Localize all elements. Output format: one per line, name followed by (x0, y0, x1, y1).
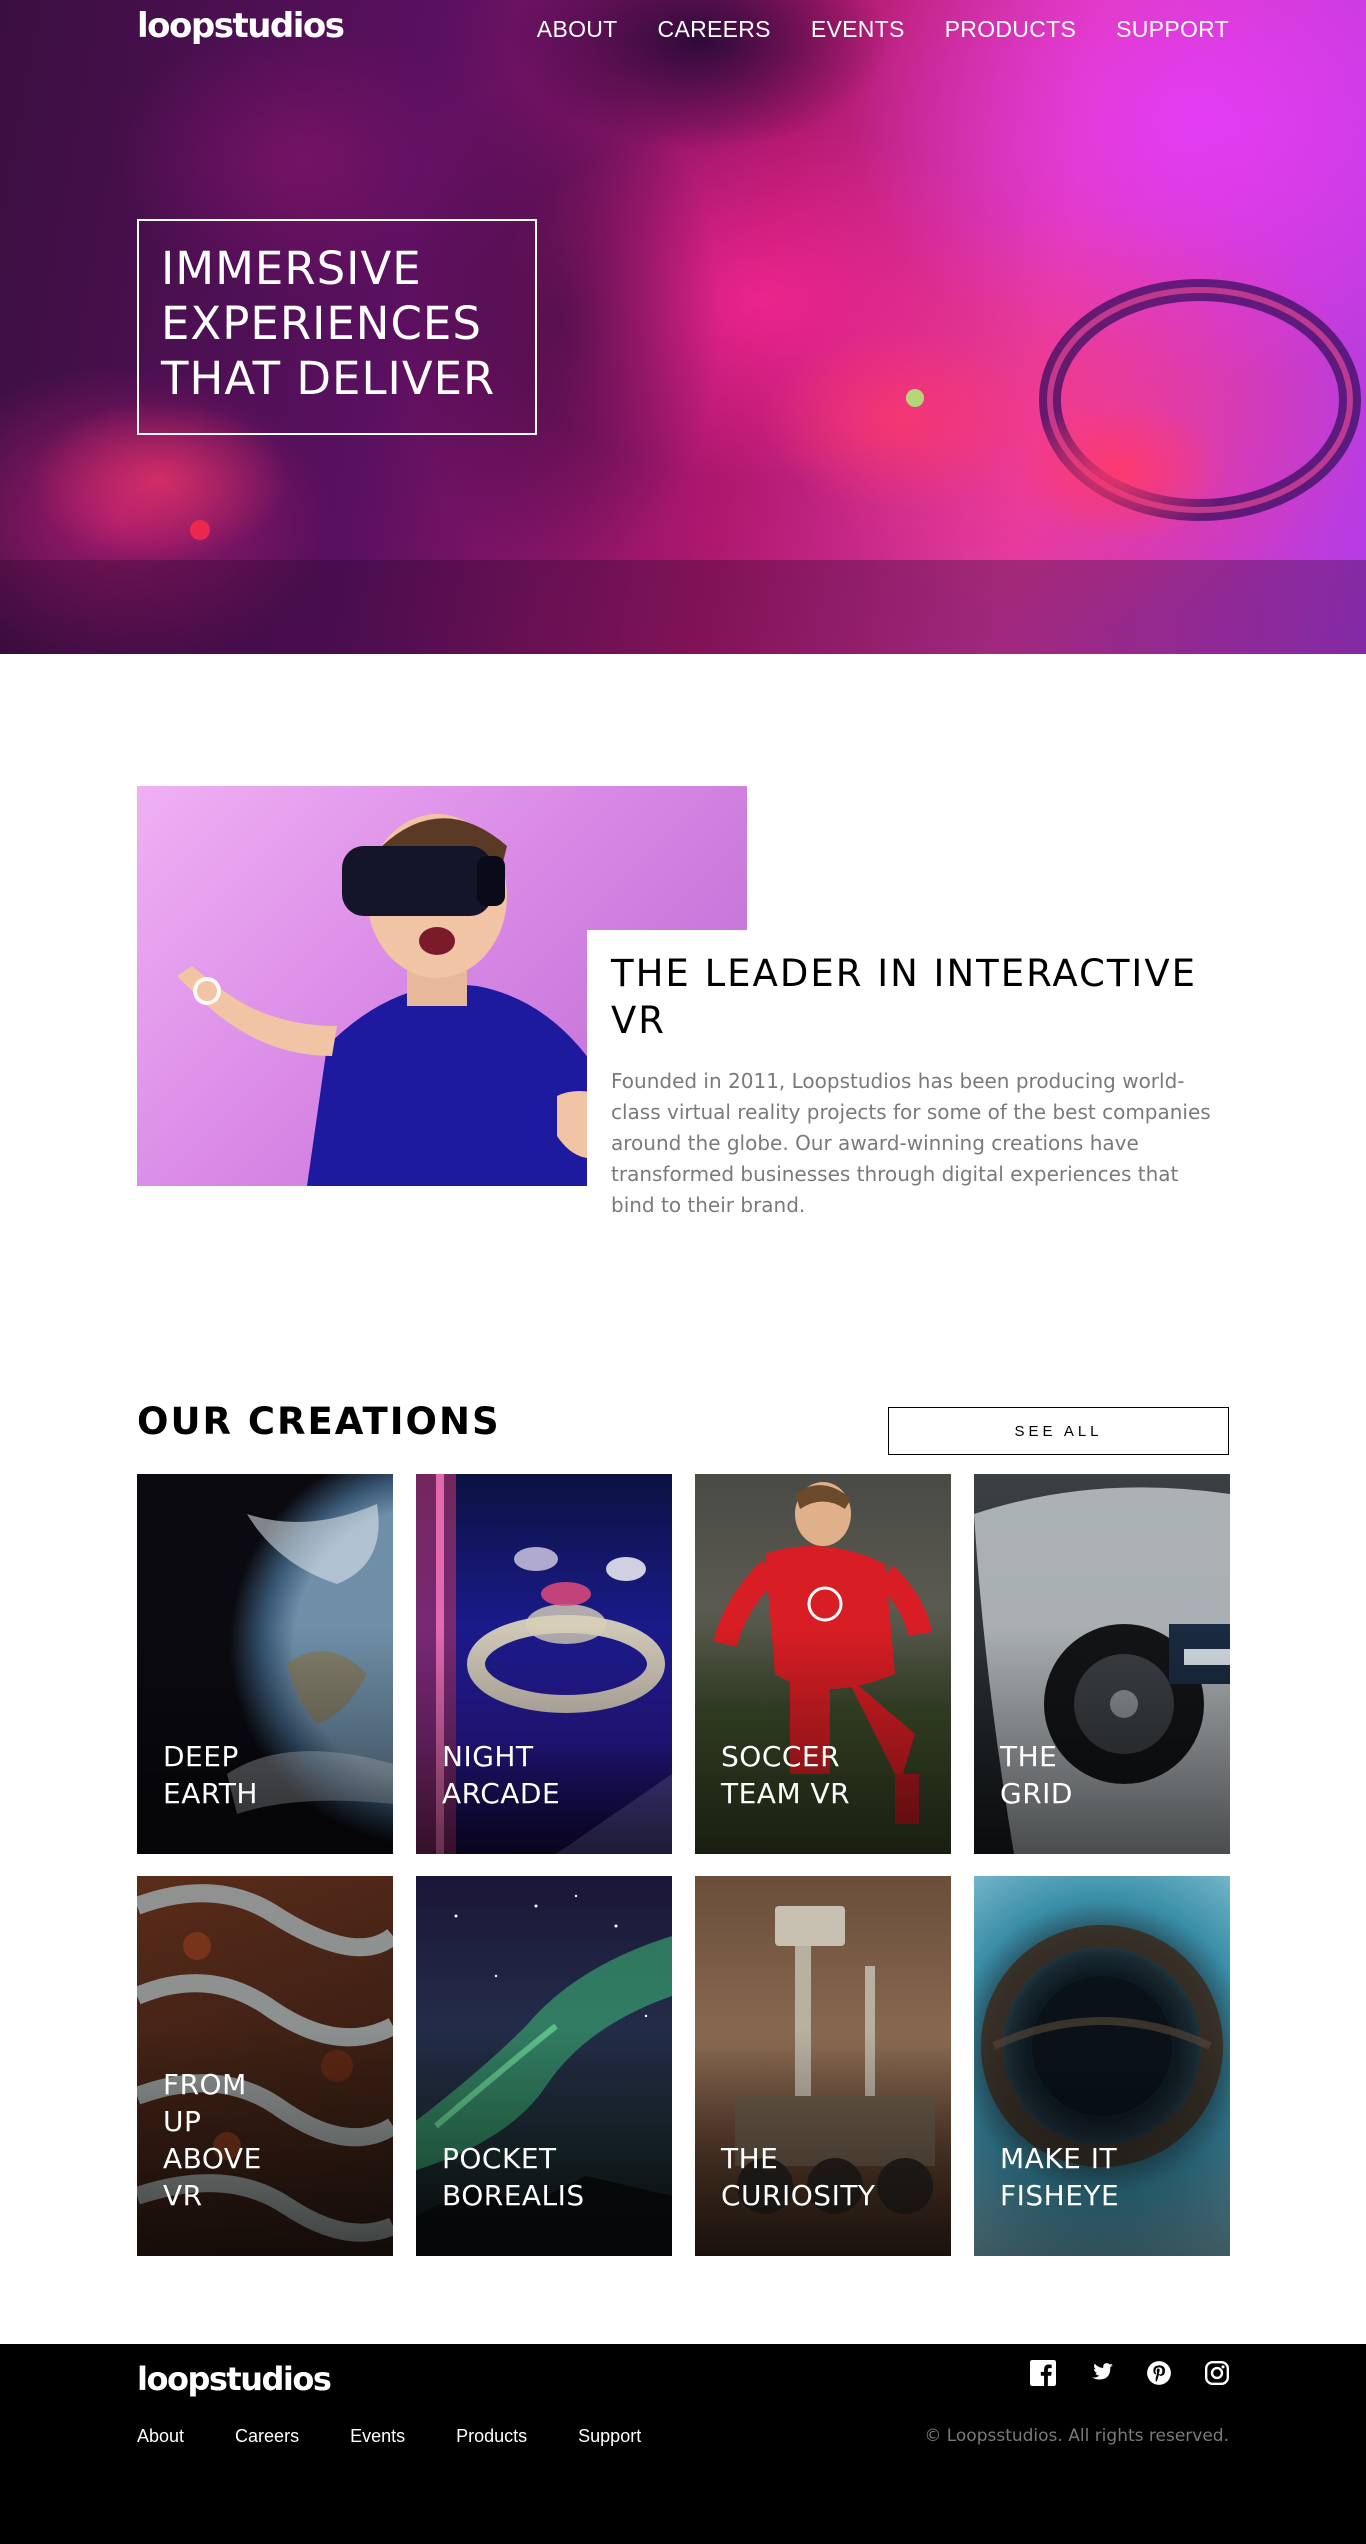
creation-card-from-up-above-vr[interactable]: FROM UP ABOVE VR (137, 1876, 393, 2256)
footer-link-events[interactable]: Events (350, 2424, 405, 2448)
nav-link-careers[interactable]: CAREERS (658, 14, 771, 44)
creation-card-deep-earth[interactable]: DEEP EARTH (137, 1474, 393, 1854)
nav-link-about[interactable]: ABOUT (537, 14, 618, 44)
copyright-text: © Loopsstudios. All rights reserved. (924, 2426, 1229, 2446)
creation-card-label: POCKET BOREALIS (442, 2142, 585, 2212)
hero-section: loopstudios ABOUT CAREERS EVENTS PRODUCT… (0, 0, 1366, 654)
hero-title: IMMERSIVE EXPERIENCES THAT DELIVER (161, 242, 496, 405)
facebook-icon[interactable] (1030, 2360, 1056, 2386)
social-links (1030, 2360, 1230, 2386)
twitter-icon[interactable] (1088, 2360, 1114, 2386)
footer: loopstudios About Careers Events Product… (0, 2344, 1366, 2544)
creation-card-label: FROM UP ABOVE VR (163, 2068, 262, 2212)
footer-logo[interactable]: loopstudios (137, 2358, 332, 2400)
footer-link-about[interactable]: About (137, 2424, 184, 2448)
creation-card-the-curiosity[interactable]: THE CURIOSITY (695, 1876, 951, 2256)
creation-card-label: THE GRID (1000, 1740, 1073, 1810)
footer-link-support[interactable]: Support (578, 2424, 641, 2448)
instagram-icon[interactable] (1204, 2360, 1230, 2386)
creation-card-label: SOCCER TEAM VR (721, 1740, 851, 1810)
footer-link-careers[interactable]: Careers (235, 2424, 299, 2448)
creation-card-label: DEEP EARTH (163, 1740, 258, 1810)
footer-link-products[interactable]: Products (456, 2424, 527, 2448)
creation-card-night-arcade[interactable]: NIGHT ARCADE (416, 1474, 672, 1854)
creations-title: OUR CREATIONS (137, 1400, 501, 1443)
footer-nav: About Careers Events Products Support (137, 2424, 692, 2448)
hero-title-box: IMMERSIVE EXPERIENCES THAT DELIVER (137, 219, 537, 435)
header-logo[interactable]: loopstudios (137, 4, 345, 48)
pinterest-icon[interactable] (1146, 2360, 1172, 2386)
nav-link-events[interactable]: EVENTS (811, 14, 905, 44)
see-all-button[interactable]: SEE ALL (888, 1407, 1229, 1455)
creation-card-label: NIGHT ARCADE (442, 1740, 561, 1810)
intro-card: THE LEADER IN INTERACTIVE VR Founded in … (587, 930, 1229, 1230)
creation-card-pocket-borealis[interactable]: POCKET BOREALIS (416, 1876, 672, 2256)
creation-card-make-it-fisheye[interactable]: MAKE IT FISHEYE (974, 1876, 1230, 2256)
creation-card-label: MAKE IT FISHEYE (1000, 2142, 1120, 2212)
creation-card-label: THE CURIOSITY (721, 2142, 876, 2212)
nav-link-support[interactable]: SUPPORT (1116, 14, 1229, 44)
main-nav: ABOUT CAREERS EVENTS PRODUCTS SUPPORT (497, 14, 1229, 44)
creation-card-soccer-team-vr[interactable]: SOCCER TEAM VR (695, 1474, 951, 1854)
intro-title: THE LEADER IN INTERACTIVE VR (611, 952, 1198, 1042)
creation-card-the-grid[interactable]: THE GRID (974, 1474, 1230, 1854)
nav-link-products[interactable]: PRODUCTS (945, 14, 1076, 44)
intro-text: Founded in 2011, Loopstudios has been pr… (611, 1069, 1211, 1217)
